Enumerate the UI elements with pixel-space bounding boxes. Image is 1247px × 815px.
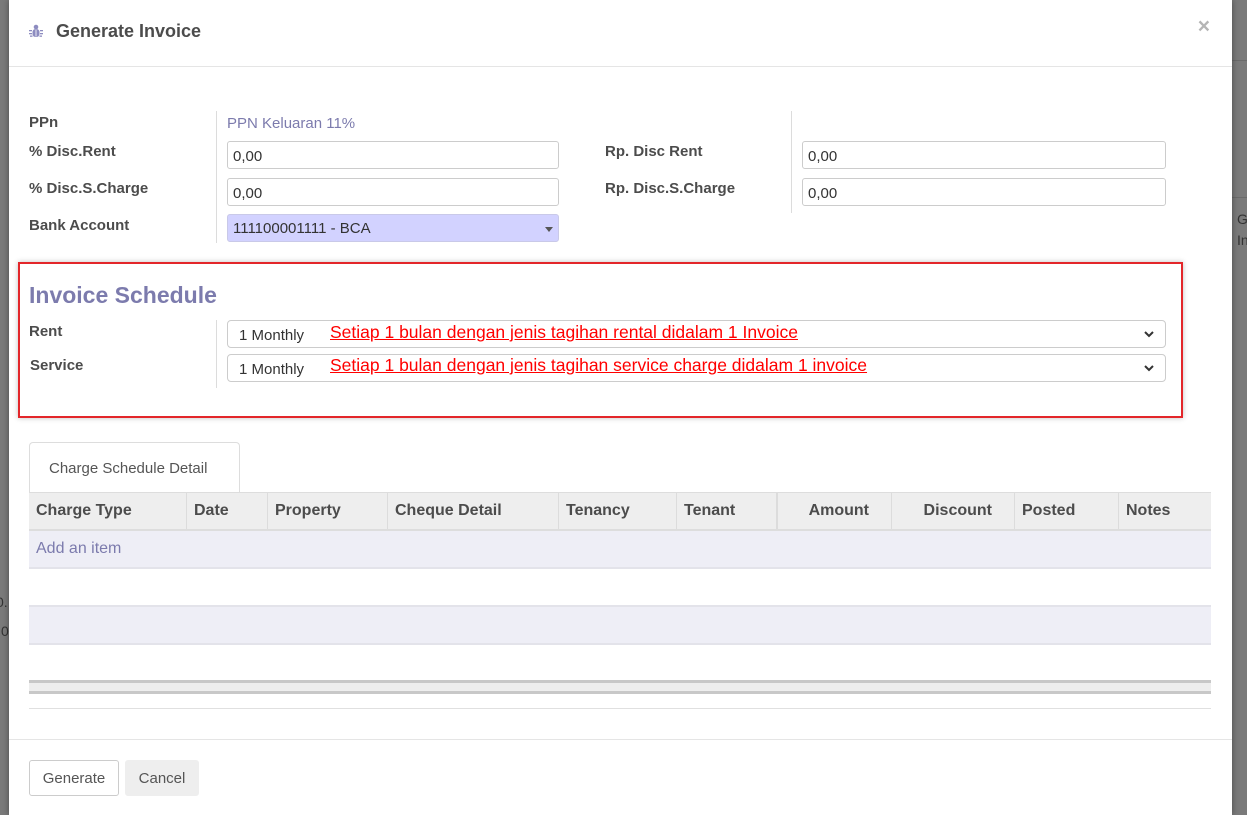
disc-rent-pct-label: % Disc.Rent: [29, 143, 116, 160]
column-header-amount[interactable]: Amount: [778, 493, 892, 529]
bank-account-value: 111100001111 - BCA: [233, 220, 371, 237]
disc-scharge-pct-input[interactable]: 0,00: [227, 178, 559, 206]
divider: [29, 708, 1211, 709]
generate-button[interactable]: Generate: [29, 760, 119, 796]
table-row: [29, 569, 1211, 607]
background-divider: [1232, 197, 1247, 198]
column-header-tenancy[interactable]: Tenancy: [559, 493, 677, 529]
background-text: 0.: [0, 594, 8, 610]
disc-rent-rp-input[interactable]: 0,00: [802, 141, 1166, 169]
disc-scharge-pct-label: % Disc.S.Charge: [29, 180, 149, 197]
column-header-notes[interactable]: Notes: [1119, 493, 1211, 529]
bank-account-select[interactable]: 111100001111 - BCA: [227, 214, 559, 242]
background-divider: [1232, 60, 1247, 61]
invoice-schedule-title: Invoice Schedule: [29, 282, 217, 308]
modal-title: Generate Invoice: [56, 21, 202, 41]
disc-scharge-rp-input[interactable]: 0,00: [802, 178, 1166, 206]
ppn-value[interactable]: PPN Keluaran 11%: [227, 115, 355, 132]
tab-charge-schedule-detail[interactable]: Charge Schedule Detail: [29, 442, 240, 493]
charge-schedule-table: Charge Type Date Property Cheque Detail …: [29, 492, 1211, 694]
table-row: [29, 607, 1211, 645]
table-footer: [29, 680, 1211, 694]
table-header: Charge Type Date Property Cheque Detail …: [29, 492, 1211, 531]
background-text: 0: [1, 623, 9, 639]
field-separator: [216, 320, 217, 388]
generate-invoice-dialog: Generate Invoice × PPn PPN Keluaran 11% …: [9, 0, 1232, 815]
disc-rent-rp-label: Rp. Disc Rent: [605, 143, 703, 160]
background-text: In: [1237, 232, 1247, 248]
disc-rent-pct-input[interactable]: 0,00: [227, 141, 559, 169]
column-header-tenant[interactable]: Tenant: [677, 493, 778, 529]
modal-header: Generate Invoice ×: [9, 0, 1232, 67]
service-label: Service: [30, 357, 84, 374]
add-item-link[interactable]: Add an item: [29, 531, 1211, 558]
rent-schedule-value: 1 Monthly: [239, 327, 305, 344]
table-row: [29, 645, 1211, 680]
ppn-label: PPn: [29, 114, 59, 131]
column-header-cheque-detail[interactable]: Cheque Detail: [388, 493, 559, 529]
rent-annotation: Setiap 1 bulan dengan jenis tagihan rent…: [330, 322, 798, 342]
rent-schedule-select[interactable]: 1 Monthly Setiap 1 bulan dengan jenis ta…: [227, 320, 1166, 348]
service-annotation: Setiap 1 bulan dengan jenis tagihan serv…: [330, 355, 868, 375]
caret-down-icon: [545, 227, 553, 232]
column-header-charge-type[interactable]: Charge Type: [29, 493, 187, 529]
cancel-button[interactable]: Cancel: [125, 760, 199, 796]
column-header-discount[interactable]: Discount: [892, 493, 1015, 529]
service-schedule-select[interactable]: 1 Monthly Setiap 1 bulan dengan jenis ta…: [227, 354, 1166, 382]
column-header-posted[interactable]: Posted: [1015, 493, 1119, 529]
field-separator: [791, 111, 792, 213]
field-separator: [216, 111, 217, 243]
close-button[interactable]: ×: [1198, 15, 1210, 39]
chevron-down-icon: [1144, 365, 1154, 372]
bank-account-label: Bank Account: [29, 217, 130, 234]
column-header-date[interactable]: Date: [187, 493, 268, 529]
rent-label: Rent: [29, 323, 63, 340]
table-row: Add an item: [29, 531, 1211, 569]
chevron-down-icon: [1144, 331, 1154, 338]
column-header-property[interactable]: Property: [268, 493, 388, 529]
bug-icon: [29, 24, 43, 37]
service-schedule-value: 1 Monthly: [239, 361, 305, 378]
footer-divider: [9, 739, 1232, 740]
disc-scharge-rp-label: Rp. Disc.S.Charge: [605, 180, 736, 197]
background-text: G: [1237, 211, 1247, 227]
